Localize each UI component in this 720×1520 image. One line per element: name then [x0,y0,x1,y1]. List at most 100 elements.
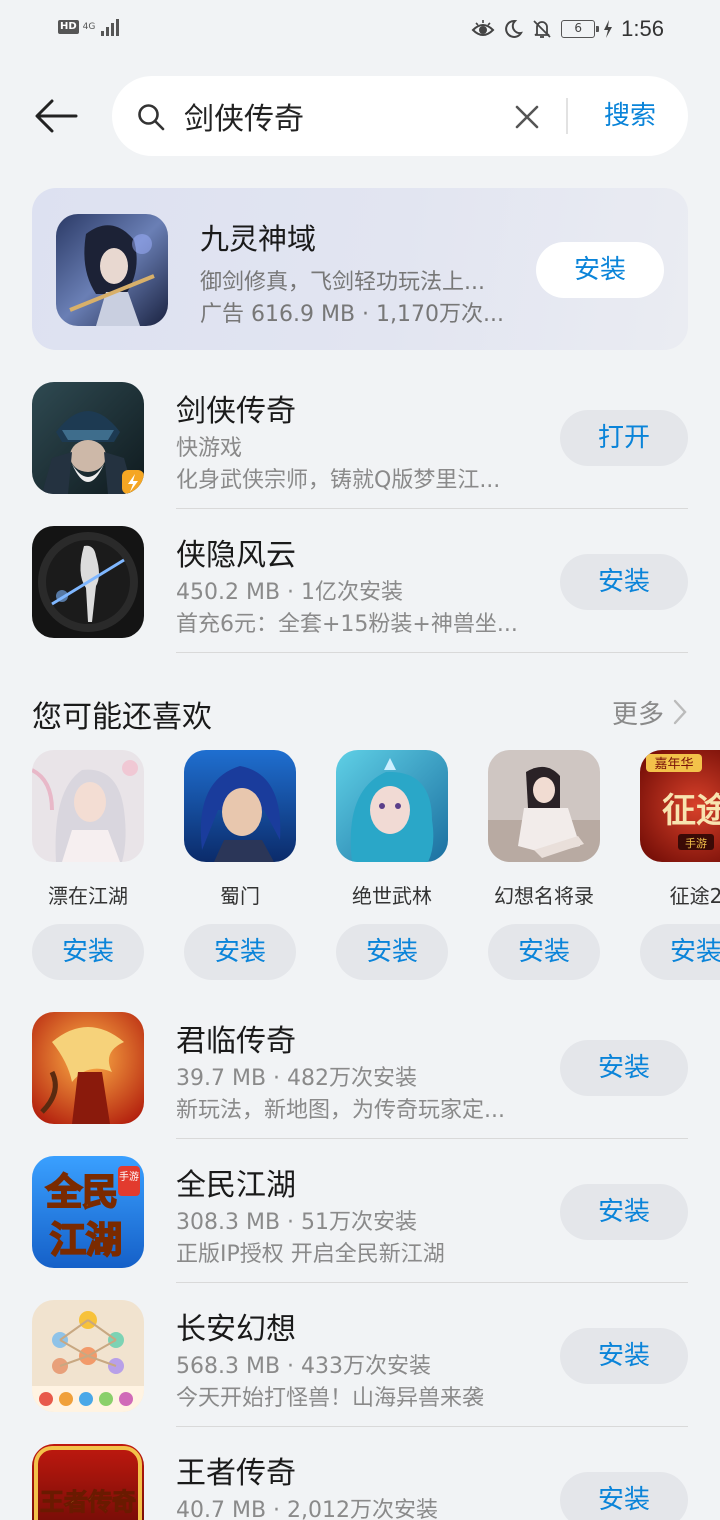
status-bar: HD 4G 6 1:56 [0,0,720,60]
install-button[interactable]: 安装 [640,924,720,980]
app-desc: 今天开始打怪兽！山海异兽来袭 [176,1386,485,1411]
recommend-item[interactable]: 嘉年华 征途 手游 征途2 安装 [640,750,720,982]
result-item[interactable]: 王者传奇 王者传奇 40.7 MB · 2,012万次安装 安装 [0,1444,720,1520]
install-button[interactable]: 安装 [560,1040,688,1096]
recommend-item[interactable]: 蜀门 安装 [184,750,296,982]
recommend-item[interactable]: 幻想名将录 安装 [488,750,600,982]
search-input[interactable] [184,94,484,138]
recommend-item[interactable]: 绝世武林 安装 [336,750,448,982]
app-icon [32,1300,144,1412]
install-button[interactable]: 安装 [184,924,296,980]
result-item[interactable]: 侠隐风云 450.2 MB · 1亿次安装 首充6元：全套+15粉装+神兽坐..… [0,526,720,670]
hd-badge: HD [58,20,79,34]
app-icon [32,526,144,638]
open-button[interactable]: 打开 [560,410,688,466]
clear-button[interactable] [510,100,544,134]
app-name: 王者传奇 [176,1456,296,1491]
app-icon [32,382,144,494]
search-header: 搜索 [0,76,720,156]
clock: 1:56 [621,16,664,41]
app-desc: 化身武侠宗师，铸就Q版梦里江... [176,468,501,493]
result-item[interactable]: 君临传奇 39.7 MB · 482万次安装 新玩法，新地图，为传奇玩家定...… [0,1012,720,1156]
icon-tag: 手游 [119,1170,139,1183]
eye-comfort-icon [471,19,495,39]
app-name: 君临传奇 [176,1024,296,1059]
search-box: 搜索 [112,76,688,156]
app-size-installs: 39.7 MB · 482万次安装 [176,1066,418,1091]
battery-icon: 6 [561,20,600,38]
icon-title: 江湖 [50,1220,122,1261]
app-name: 蜀门 [220,884,260,908]
ad-app-meta: 广告 616.9 MB · 1,170万次... [200,302,504,327]
recommend-carousel[interactable]: 漂在江湖 安装 蜀门 安装 绝世武林 安装 幻想名将录 安装 嘉年华 征途 手游… [0,750,720,990]
install-button[interactable]: 安装 [560,1472,688,1520]
app-name: 全民江湖 [176,1168,296,1203]
icon-title: 征途 [662,791,720,831]
ad-app-icon [56,214,168,326]
app-name: 绝世武林 [352,884,432,908]
icon-title: 王者传奇 [40,1488,136,1516]
ad-card[interactable]: 九灵神域 御剑修真，飞剑轻功玩法上... 广告 616.9 MB · 1,170… [32,188,688,350]
app-name: 剑侠传奇 [176,394,296,429]
app-category: 快游戏 [176,436,243,461]
app-desc: 正版IP授权 开启全民新江湖 [176,1242,445,1267]
app-name: 长安幻想 [176,1312,296,1347]
icon-tag: 手游 [685,836,707,850]
app-desc: 首充6元：全套+15粉装+神兽坐... [176,612,518,637]
search-divider [566,98,568,134]
section-title: 您可能还喜欢 [32,700,212,735]
status-left: HD 4G [58,18,119,36]
chevron-right-icon [673,699,687,725]
app-icon: 王者传奇 [32,1444,144,1520]
search-icon [136,102,166,132]
search-submit-button[interactable]: 搜索 [590,96,670,136]
app-icon [488,750,600,862]
network-label: 4G [82,21,96,32]
back-arrow-icon [35,99,78,133]
moon-icon [503,19,524,39]
divider [176,1282,688,1283]
divider [176,508,688,509]
badge-text: 嘉年华 [654,757,693,772]
status-right: 6 1:56 [471,16,664,42]
signal-icon [100,18,119,36]
mute-bell-icon [531,18,553,40]
result-item[interactable]: 长安幻想 568.3 MB · 433万次安装 今天开始打怪兽！山海异兽来袭 安… [0,1300,720,1444]
divider [176,652,688,653]
app-size-installs: 40.7 MB · 2,012万次安装 [176,1498,439,1520]
install-button[interactable]: 安装 [488,924,600,980]
app-icon [32,1012,144,1124]
app-icon [32,750,144,862]
install-button[interactable]: 安装 [560,1328,688,1384]
ad-app-name: 九灵神域 [200,222,317,256]
more-link[interactable]: 更多 [612,694,688,730]
install-button[interactable]: 安装 [336,924,448,980]
ad-install-button[interactable]: 安装 [536,242,664,298]
install-button[interactable]: 安装 [560,1184,688,1240]
app-icon: 全民 江湖 手游 [32,1156,144,1268]
back-button[interactable] [30,94,82,138]
ad-app-desc: 御剑修真，飞剑轻功玩法上... [200,270,485,295]
recommend-item[interactable]: 漂在江湖 安装 [32,750,144,982]
app-name: 侠隐风云 [176,538,296,573]
app-icon: 嘉年华 征途 手游 [640,750,720,862]
install-button[interactable]: 安装 [32,924,144,980]
result-item[interactable]: 全民 江湖 手游 全民江湖 308.3 MB · 51万次安装 正版IP授权 开… [0,1156,720,1300]
icon-title: 全民 [45,1171,118,1213]
divider [176,1138,688,1139]
more-label: 更多 [611,699,664,730]
charging-icon [603,20,613,38]
app-name: 征途2 [669,884,720,908]
result-item[interactable]: 剑侠传奇 快游戏 化身武侠宗师，铸就Q版梦里江... 打开 [0,382,720,526]
app-name: 幻想名将录 [494,884,594,908]
app-name: 漂在江湖 [48,884,128,908]
app-icon [336,750,448,862]
recommend-header: 您可能还喜欢 更多 [32,688,688,735]
app-desc: 新玩法，新地图，为传奇玩家定... [176,1098,505,1123]
close-icon [515,105,539,129]
app-size-installs: 568.3 MB · 433万次安装 [176,1354,432,1379]
install-button[interactable]: 安装 [560,554,688,610]
app-icon [184,750,296,862]
app-size-installs: 450.2 MB · 1亿次安装 [176,580,404,605]
app-size-installs: 308.3 MB · 51万次安装 [176,1210,418,1235]
